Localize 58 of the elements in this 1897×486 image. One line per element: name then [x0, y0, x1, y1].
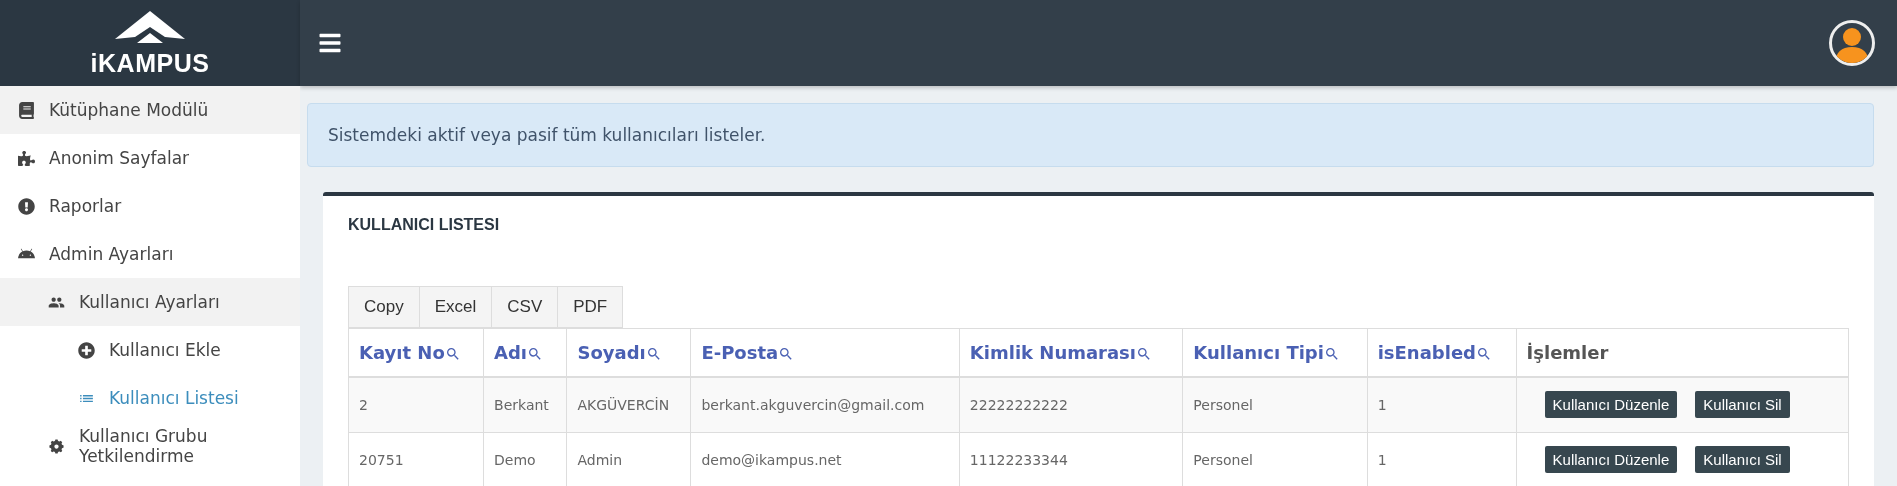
search-icon [1323, 345, 1340, 362]
column-header-label: Kayıt No [359, 341, 445, 363]
column-header[interactable]: Soyadı [566, 328, 691, 377]
sidebar-item[interactable]: Kullanıcı Ayarları [0, 278, 300, 326]
sidebar-item-label: Kullanıcı Ekle [109, 340, 221, 360]
sidebar-item-label: Admin Ayarları [49, 244, 174, 264]
column-header[interactable]: İşlemler [1516, 328, 1849, 377]
table-cell: 20751 [348, 432, 484, 486]
delete-button[interactable]: Kullanıcı Sil [1695, 391, 1790, 418]
table-cell: berkant.akguvercin@gmail.com [690, 376, 960, 432]
exclamation-icon [18, 197, 35, 215]
column-header[interactable]: E-Posta [690, 328, 960, 377]
column-header[interactable]: Adı [483, 328, 567, 377]
column-header-label: Adı [494, 341, 528, 363]
table-cell: 2 [348, 376, 484, 432]
export-button[interactable]: CSV [491, 286, 559, 328]
column-header-label: isEnabled [1377, 341, 1476, 363]
avatar-icon[interactable] [1829, 20, 1875, 66]
search-icon [645, 345, 662, 362]
book-icon [18, 101, 35, 119]
logo-text: iKAMPUS [90, 50, 210, 76]
sidebar-item-label: Kullanıcı Grubu Yetkilendirme [79, 426, 209, 466]
search-icon [778, 345, 795, 362]
column-header-label: İşlemler [1526, 341, 1609, 363]
export-button[interactable]: PDF [557, 286, 624, 328]
column-header-label: Soyadı [577, 341, 646, 363]
gear-icon [48, 437, 65, 455]
export-button[interactable]: Copy [348, 286, 420, 328]
column-header-label: E-Posta [701, 341, 779, 363]
column-header-label: Kimlik Numarası [969, 341, 1136, 363]
info-alert: Sistemdeki aktif veya pasif tüm kullanıcıları listeler. [307, 103, 1874, 167]
table-cell: 1 [1367, 376, 1517, 432]
puzzle-icon [18, 149, 35, 167]
column-header-label: Kullanıcı Tipi [1193, 341, 1324, 363]
sidebar-item-label: Anonim Sayfalar [49, 148, 190, 168]
sidebar-item-label: Kütüphane Modülü [49, 100, 209, 120]
card-title: KULLANICI LISTESI [348, 216, 501, 234]
search-icon [444, 345, 461, 362]
column-header[interactable]: Kimlik Numarası [959, 328, 1183, 377]
table-cell: Personel [1182, 376, 1368, 432]
sidebar-item[interactable]: Kütüphane Modülü [0, 86, 300, 134]
table-cell: 22222222222 [959, 376, 1183, 432]
export-button[interactable]: Excel [418, 286, 493, 328]
edit-button[interactable]: Kullanıcı Düzenle [1544, 446, 1678, 473]
search-icon [527, 345, 544, 362]
edit-button[interactable]: Kullanıcı Düzenle [1544, 391, 1678, 418]
table-cell: Berkant [483, 376, 567, 432]
sidebar-item-label: Kullanıcı Ayarları [79, 292, 220, 312]
column-header[interactable]: isEnabled [1367, 328, 1517, 377]
sidebar-item-label: Kullanıcı Listesi [109, 388, 239, 408]
table-cell: AKGÜVERCİN [566, 376, 691, 432]
column-header[interactable]: Kullanıcı Tipi [1182, 328, 1368, 377]
search-icon [1476, 345, 1492, 362]
delete-button[interactable]: Kullanıcı Sil [1695, 446, 1790, 473]
menu-button[interactable] [318, 31, 342, 55]
sidebar-item-label: Raporlar [49, 196, 122, 216]
column-header[interactable]: Kayıt No [348, 328, 484, 377]
search-icon [1136, 345, 1152, 362]
